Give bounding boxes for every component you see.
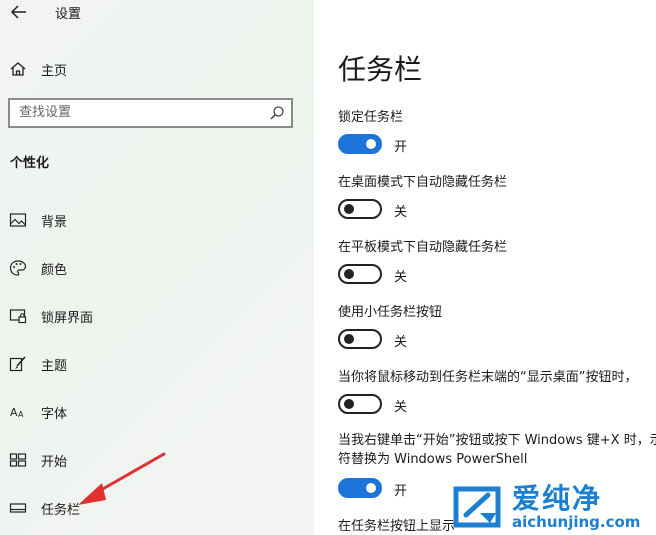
toggle-state: 关 [394,400,408,415]
sidebar-item-background[interactable]: 背景 [9,209,67,231]
setting-label: 在任务栏按钮上显示 [338,519,456,534]
lock-screen-icon [9,309,27,324]
search-icon[interactable] [269,105,285,121]
sidebar-item-home[interactable]: 主页 [9,58,67,80]
section-title: 个性化 [10,156,50,171]
sidebar-item-label: 开始 [41,454,68,470]
palette-icon [9,260,27,276]
sidebar-item-label: 颜色 [41,262,68,278]
main-panel: 任务栏 锁定任务栏 开 在桌面模式下自动隐藏任务栏 关 在平板模式下自动隐藏任务… [314,0,656,535]
auto-hide-tablet-toggle[interactable] [338,264,382,284]
setting-label: 当我右键单击“开始”按钮或按下 Windows 键+X 时，示符替换为 Wind… [338,433,656,467]
sidebar-item-taskbar[interactable]: 任务栏 [9,497,80,519]
toggle-knob [344,204,354,214]
setting-label: 锁定任务栏 [338,110,404,125]
toggle-state: 开 [394,140,408,155]
font-icon: A A [10,406,24,419]
watermark-logo-icon [453,486,501,528]
sidebar-item-start[interactable]: 开始 [9,449,67,471]
sidebar-item-themes[interactable]: 主题 [9,353,67,375]
toggle-knob [344,334,354,344]
sidebar-item-label: 背景 [41,214,68,230]
sidebar-item-label: 主页 [41,63,68,79]
back-arrow-icon[interactable] [9,2,29,22]
sidebar-item-label: 主题 [41,358,68,374]
search-input[interactable] [19,105,259,120]
svg-text:A: A [10,406,18,419]
lock-taskbar-toggle[interactable] [338,134,382,154]
toggle-knob [366,483,376,493]
toggle-state: 开 [394,484,408,499]
sidebar-item-label: 锁屏界面 [41,310,94,326]
sidebar-item-lock-screen[interactable]: 锁屏界面 [9,305,93,327]
setting-label: 在桌面模式下自动隐藏任务栏 [338,175,508,190]
setting-label: 在平板模式下自动隐藏任务栏 [338,240,508,255]
toggle-state: 关 [394,205,408,220]
picture-icon [9,213,27,227]
sidebar-item-label: 字体 [41,406,68,422]
start-icon [9,453,27,467]
sidebar-item-fonts[interactable]: A A 字体 [9,401,67,423]
setting-label: 使用小任务栏按钮 [338,305,443,320]
search-box[interactable] [8,98,293,128]
sidebar-item-colors[interactable]: 颜色 [9,257,67,279]
svg-text:A: A [18,410,24,419]
watermark-url: aichunjing.com [512,513,641,531]
page-title: 任务栏 [338,53,423,86]
peek-desktop-toggle[interactable] [338,394,382,414]
home-icon [10,62,26,76]
theme-brush-icon [9,356,26,372]
auto-hide-desktop-toggle[interactable] [338,199,382,219]
annotation-arrow-icon [78,452,166,505]
small-taskbar-buttons-toggle[interactable] [338,329,382,349]
watermark-text: 爱纯净 [512,482,603,515]
sidebar: 设置 主页 个性化 背景 颜色 锁屏界面 [0,0,314,535]
toggle-knob [366,139,376,149]
toggle-knob [344,269,354,279]
setting-label: 当你将鼠标移动到任务栏末端的“显示桌面”按钮时， [338,370,638,385]
toggle-state: 关 [394,270,408,285]
taskbar-icon [9,503,27,513]
toggle-knob [344,399,354,409]
watermark: 爱纯净 aichunjing.com [452,477,652,535]
toggle-state: 关 [394,335,408,350]
window-title: 设置 [55,7,82,22]
powershell-replace-toggle[interactable] [338,478,382,498]
